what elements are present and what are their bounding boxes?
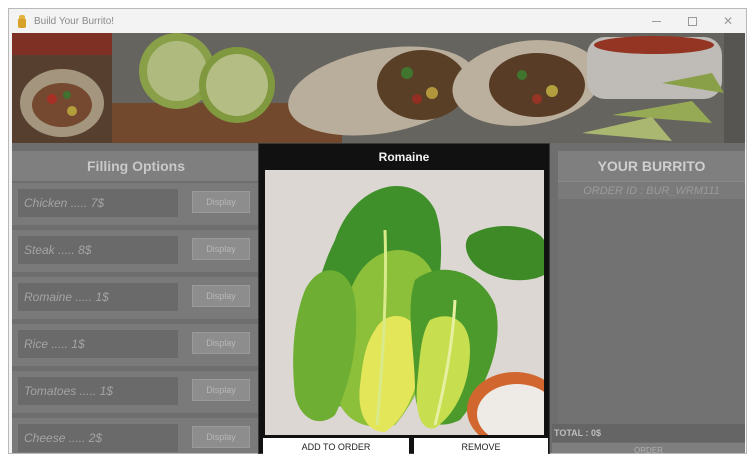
minimize-icon <box>651 20 661 22</box>
remove-button[interactable]: REMOVE <box>414 438 548 454</box>
order-id-label: ORDER ID : BUR_WRM111 <box>558 181 745 199</box>
filling-label: Chicken ..... 7$ <box>18 189 178 217</box>
maximize-icon <box>687 16 697 26</box>
window-title: Build Your Burrito! <box>34 15 115 27</box>
burrito-banner-image <box>12 33 745 143</box>
filling-row-romaine: Romaine ..... 1$ Display <box>12 277 260 319</box>
close-button[interactable]: ✕ <box>710 9 746 33</box>
filling-row-steak: Steak ..... 8$ Display <box>12 230 260 272</box>
romaine-image <box>265 170 544 435</box>
filling-label: Romaine ..... 1$ <box>18 283 178 311</box>
display-button[interactable]: Display <box>192 426 250 448</box>
ingredient-preview-dialog: Romaine ADD TO ORDER REMOVE <box>258 143 550 454</box>
filling-label: Cheese ..... 2$ <box>18 424 178 452</box>
filling-label: Tomatoes ..... 1$ <box>18 377 178 405</box>
display-button[interactable]: Display <box>192 238 250 260</box>
order-items-list <box>558 199 745 424</box>
maximize-button[interactable] <box>674 9 710 33</box>
your-burrito-header: YOUR BURRITO <box>558 151 745 181</box>
filling-options-header: Filling Options <box>12 151 260 181</box>
filling-row-tomatoes: Tomatoes ..... 1$ Display <box>12 371 260 413</box>
add-to-order-button[interactable]: ADD TO ORDER <box>263 438 409 454</box>
dialog-title: Romaine <box>378 149 430 164</box>
filling-row-rice: Rice ..... 1$ Display <box>12 324 260 366</box>
display-button[interactable]: Display <box>192 285 250 307</box>
display-button[interactable]: Display <box>192 191 250 213</box>
order-button[interactable]: ORDER <box>552 443 745 453</box>
filling-row-cheese: Cheese ..... 2$ Display <box>12 418 260 453</box>
window-controls: ✕ <box>638 9 746 33</box>
display-button[interactable]: Display <box>192 379 250 401</box>
cup-icon <box>17 14 27 28</box>
filling-label: Rice ..... 1$ <box>18 330 178 358</box>
display-button[interactable]: Display <box>192 332 250 354</box>
filling-row-chicken: Chicken ..... 7$ Display <box>12 183 260 225</box>
order-total: TOTAL : 0$ <box>552 424 745 442</box>
minimize-button[interactable] <box>638 9 674 33</box>
filling-label: Steak ..... 8$ <box>18 236 178 264</box>
title-bar: Build Your Burrito! ✕ <box>9 9 746 33</box>
close-icon: ✕ <box>722 14 734 28</box>
